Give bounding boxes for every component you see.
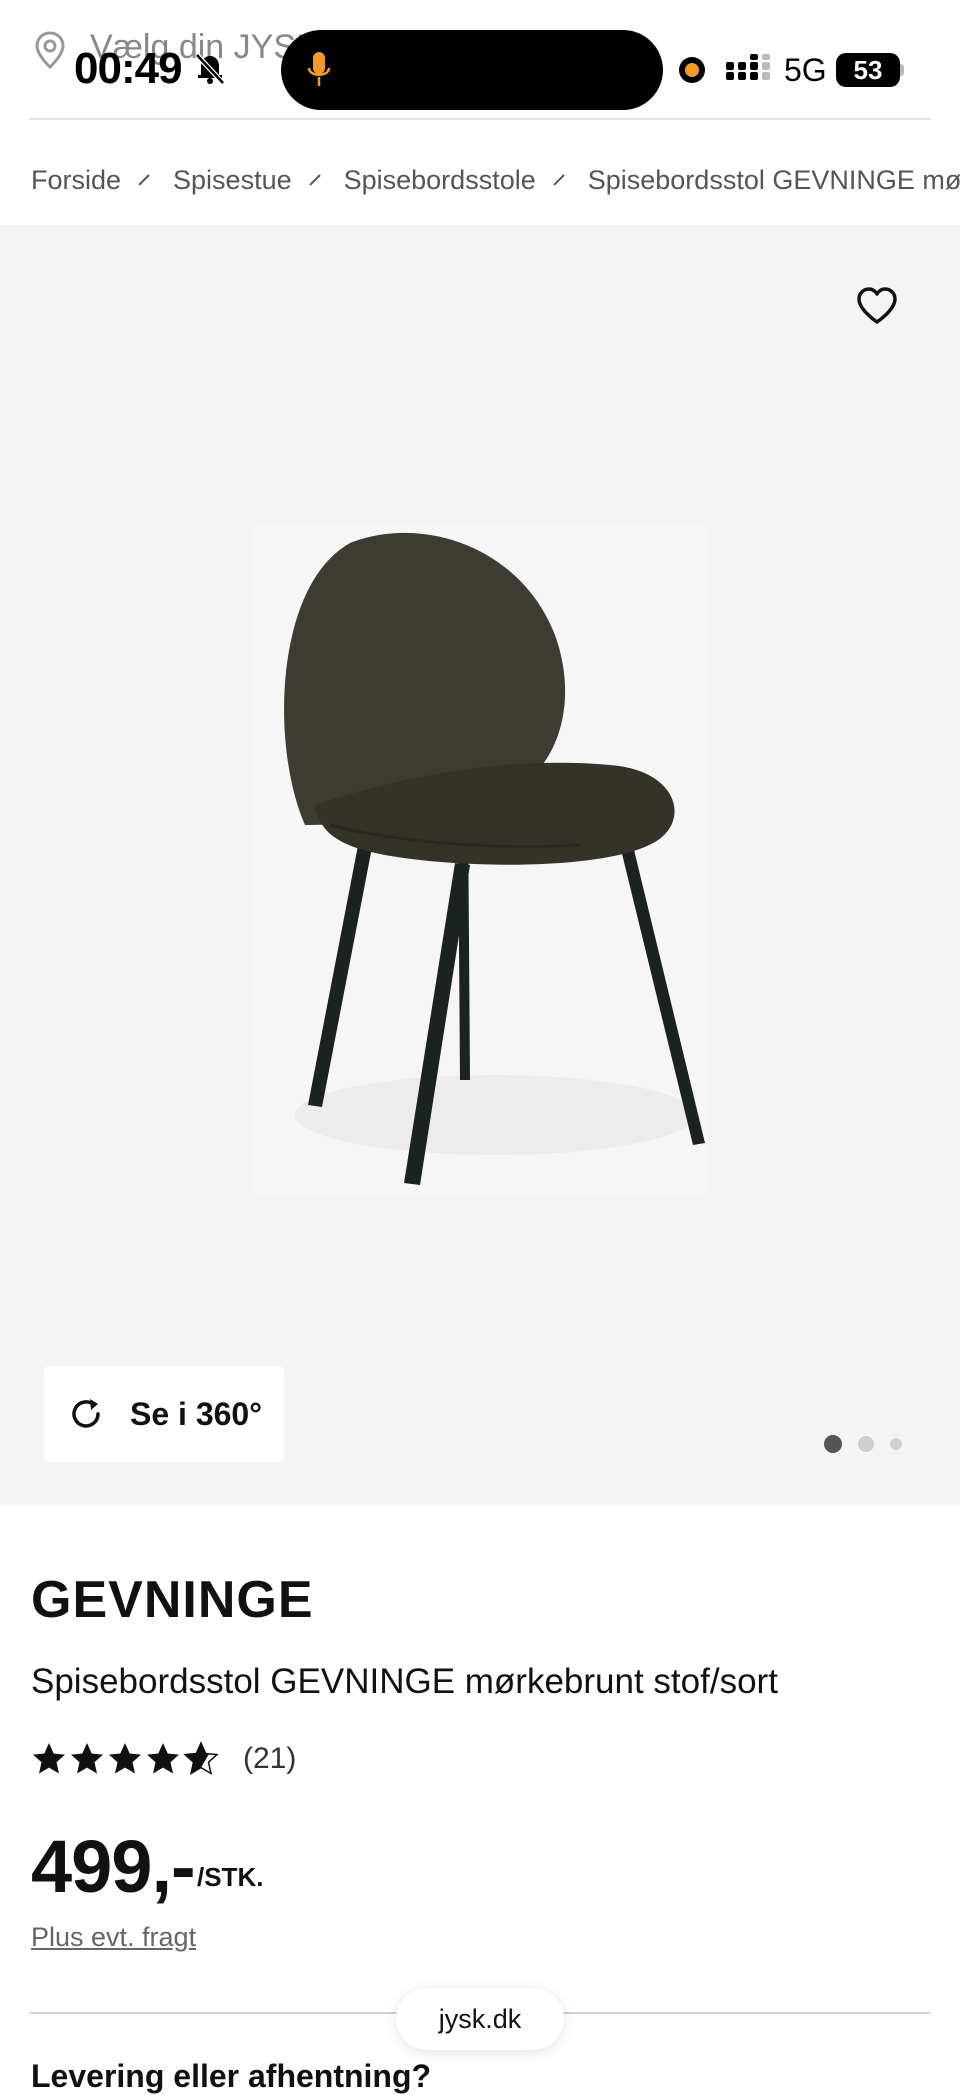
chevron-right-icon — [553, 174, 565, 186]
rotate-icon — [72, 1399, 100, 1428]
status-bar: Vælg din JYSK 00:49 5G 53 — [0, 0, 960, 118]
breadcrumb-item-current: Spisebordsstol GEVNINGE mørkebrunt stof/… — [587, 164, 960, 195]
star-full-icon — [147, 1743, 179, 1774]
breadcrumb: Forside Spisestue Spisebordsstole Spiseb… — [31, 160, 960, 200]
product-price: 499,- — [31, 1825, 196, 1908]
review-count[interactable]: (21) — [243, 1742, 296, 1776]
network-type: 5G — [784, 52, 827, 88]
location-pin-icon[interactable] — [34, 30, 66, 70]
star-full-icon — [109, 1743, 141, 1774]
battery-tip — [900, 64, 904, 76]
rating[interactable]: (21) — [31, 1737, 296, 1781]
gallery-pagination — [824, 1434, 918, 1454]
product-image-chair — [250, 525, 710, 1195]
breadcrumb-item-spisebordsstole[interactable]: Spisebordsstole — [344, 165, 536, 196]
microphone-icon — [307, 52, 331, 86]
product-name: Spisebordsstol GEVNINGE mørkebrunt stof/… — [31, 1662, 778, 1701]
chevron-right-icon — [308, 174, 321, 186]
gallery-dot-2[interactable] — [858, 1436, 874, 1452]
recording-indicator — [679, 57, 705, 83]
heart-icon[interactable] — [855, 286, 899, 326]
view-360-label: Se i 360° — [130, 1395, 262, 1432]
star-half-icon — [183, 1741, 219, 1776]
clock: 00:49 — [74, 44, 183, 93]
browser-url-pill[interactable]: jysk.dk — [396, 1988, 564, 2050]
breadcrumb-item-spisestue[interactable]: Spisestue — [173, 165, 292, 196]
signal-strength-icon — [726, 54, 770, 80]
dynamic-island — [281, 30, 663, 110]
gallery-dot-1[interactable] — [824, 1435, 842, 1453]
bell-muted-icon — [195, 53, 225, 85]
header-divider — [30, 118, 930, 120]
rating-stars — [31, 1741, 221, 1777]
view-360-button[interactable]: Se i 360° — [44, 1366, 284, 1462]
breadcrumb-item-forside[interactable]: Forside — [31, 165, 121, 196]
price-unit: /STK. — [197, 1862, 264, 1892]
star-full-icon — [71, 1743, 103, 1774]
battery-indicator: 53 — [836, 53, 900, 87]
delivery-heading[interactable]: Levering eller afhentning? — [31, 2058, 431, 2095]
freight-link[interactable]: Plus evt. fragt — [31, 1922, 196, 1953]
star-full-icon — [33, 1743, 65, 1774]
product-brand: GEVNINGE — [31, 1571, 314, 1629]
chevron-right-icon — [138, 174, 150, 186]
gallery-dot-3[interactable] — [890, 1438, 902, 1450]
